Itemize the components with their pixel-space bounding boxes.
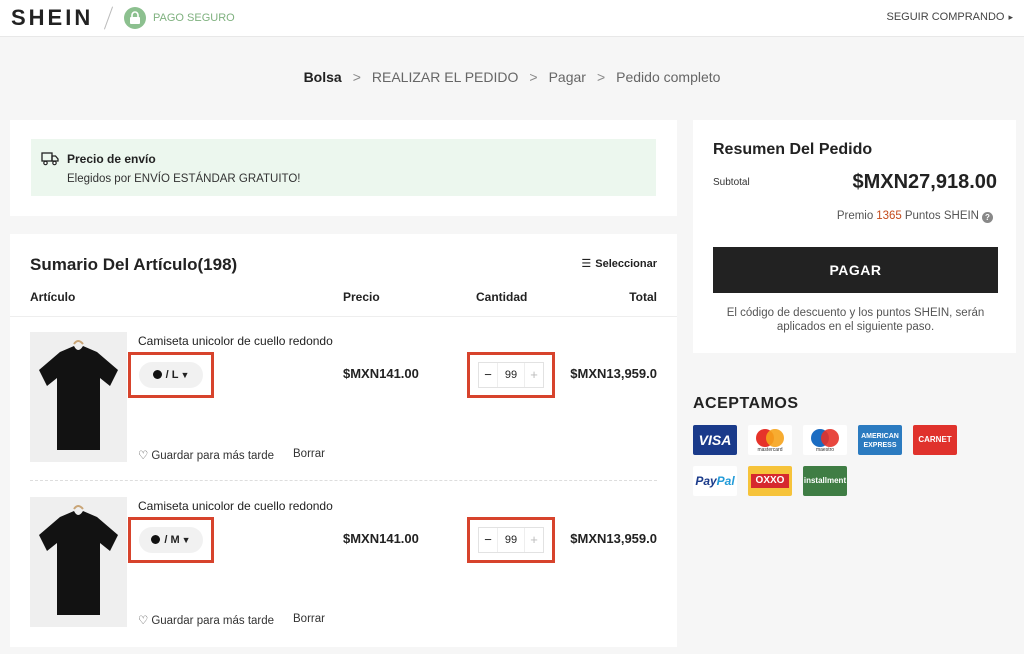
delete-button[interactable]: Borrar — [293, 613, 325, 625]
column-header-quantity: Cantidad — [476, 290, 528, 304]
visa-logo: VISA — [693, 425, 737, 455]
select-label: Seleccionar — [595, 258, 657, 270]
installment-logo: installment — [803, 466, 847, 496]
reward-prefix: Premio — [836, 210, 874, 222]
breadcrumb-step-bag[interactable]: Bolsa — [304, 69, 342, 85]
list-check-icon: ☰ — [581, 258, 592, 270]
variant-size: / L — [165, 369, 179, 381]
cart-item-row: Camiseta unicolor de cuello redondo / L ▼… — [10, 332, 677, 464]
row-divider — [30, 480, 657, 481]
quantity-stepper: − 99 + — [478, 362, 544, 388]
quantity-highlight: − 99 + — [467, 517, 555, 563]
product-image[interactable] — [30, 497, 127, 627]
product-name[interactable]: Camiseta unicolor de cuello redondo — [138, 499, 333, 513]
quantity-input[interactable]: 99 — [497, 528, 525, 552]
item-price: $MXN141.00 — [343, 531, 419, 546]
variant-selector[interactable]: / M ▼ — [139, 527, 203, 553]
reward-suffix: Puntos SHEIN — [904, 210, 979, 222]
quantity-increase-button[interactable]: + — [525, 528, 543, 552]
item-total: $MXN13,959.0 — [570, 531, 657, 546]
item-price: $MXN141.00 — [343, 366, 419, 381]
order-summary-card: Resumen Del Pedido Subtotal $MXN27,918.0… — [693, 120, 1016, 353]
color-swatch-icon — [152, 370, 162, 379]
continue-shopping-label: SEGUIR COMPRANDO — [886, 11, 1005, 23]
accepted-payments-title: ACEPTAMOS — [693, 395, 799, 412]
shipping-info-box: Precio de envío Elegidos por ENVÍO ESTÁN… — [31, 139, 656, 196]
variant-highlight: / M ▼ — [128, 517, 214, 563]
shipping-card: Precio de envío Elegidos por ENVÍO ESTÁN… — [10, 120, 677, 216]
breadcrumb-step-order: REALIZAR EL PEDIDO — [371, 69, 519, 85]
delete-button[interactable]: Borrar — [293, 448, 325, 460]
help-icon[interactable]: ? — [982, 212, 993, 223]
amex-logo: AMERICAN EXPRESS — [858, 425, 902, 455]
shipping-title: Precio de envío — [67, 152, 156, 166]
maestro-label: maestro — [815, 447, 835, 453]
carnet-logo: CARNET — [913, 425, 957, 455]
heart-icon: ♡ — [138, 450, 149, 462]
paypal-logo: PayPal — [693, 466, 737, 496]
breadcrumb-separator: > — [529, 69, 538, 85]
breadcrumb-separator: > — [596, 69, 606, 85]
quantity-input[interactable]: 99 — [497, 363, 525, 387]
chevron-down-icon: ▼ — [180, 370, 190, 380]
lock-icon — [124, 7, 146, 29]
oxxo-label: OXXO — [751, 474, 789, 488]
breadcrumb: Bolsa > REALIZAR EL PEDIDO > Pagar > Pedido co… — [0, 69, 1024, 85]
color-swatch-icon — [151, 535, 161, 544]
save-for-later-label: Guardar para más tarde — [151, 615, 275, 627]
paypal-part-1: Pay — [695, 474, 717, 488]
discount-note: El código de descuento y los puntos SHEI… — [726, 307, 985, 333]
amex-line-2: EXPRESS — [863, 442, 897, 449]
quantity-increase-button[interactable]: + — [525, 363, 543, 387]
save-for-later-button[interactable]: ♡ Guardar para más tarde — [138, 613, 274, 627]
variant-selector[interactable]: / L ▼ — [139, 362, 203, 388]
reward-points-value: 1365 — [876, 210, 902, 222]
maestro-logo: maestro — [803, 425, 847, 455]
save-for-later-label: Guardar para más tarde — [151, 450, 275, 462]
chevron-right-icon: ▸ — [1008, 12, 1013, 22]
item-total: $MXN13,959.0 — [570, 366, 657, 381]
header-divider — [10, 316, 677, 317]
breadcrumb-separator: > — [352, 69, 361, 85]
breadcrumb-step-pay: Pagar — [548, 69, 586, 85]
oxxo-logo: OXXO — [748, 466, 792, 496]
summary-title: Resumen Del Pedido — [713, 141, 873, 158]
quantity-highlight: − 99 + — [467, 352, 555, 398]
variant-size: / M — [164, 534, 180, 546]
column-header-article: Artículo — [30, 290, 76, 304]
column-header-total: Total — [629, 290, 657, 304]
shipping-subtitle: Elegidos por ENVÍO ESTÁNDAR GRATUITO! — [67, 173, 301, 185]
variant-highlight: / L ▼ — [128, 352, 214, 398]
paypal-part-2: Pal — [716, 474, 735, 488]
shein-logo[interactable]: SHEIN — [11, 5, 93, 31]
select-button[interactable]: ☰ Seleccionar — [581, 257, 657, 270]
subtotal-label: Subtotal — [713, 177, 750, 188]
truck-icon — [41, 151, 59, 171]
quantity-decrease-button[interactable]: − — [479, 363, 497, 387]
mastercard-label: mastercard — [757, 447, 783, 453]
product-name[interactable]: Camiseta unicolor de cuello redondo — [138, 334, 333, 348]
quantity-stepper: − 99 + — [478, 527, 544, 553]
items-title: Sumario Del Artículo(198) — [30, 255, 238, 274]
save-for-later-button[interactable]: ♡ Guardar para más tarde — [138, 448, 274, 462]
amex-line-1: AMERICAN — [861, 433, 899, 440]
breadcrumb-step-complete: Pedido completo — [616, 69, 721, 85]
divider — [103, 6, 114, 30]
items-card: Sumario Del Artículo(198) ☰ Seleccionar A… — [10, 234, 677, 647]
secure-payment-label: PAGO SEGURO — [153, 12, 235, 24]
continue-shopping-link[interactable]: SEGUIR COMPRANDO ▸ — [887, 11, 1014, 23]
quantity-decrease-button[interactable]: − — [479, 528, 497, 552]
chevron-down-icon: ▼ — [181, 535, 191, 545]
reward-points: Premio 1365 Puntos SHEIN? — [837, 210, 993, 223]
top-bar: SHEIN PAGO SEGURO SEGUIR COMPRANDO ▸ — [0, 0, 1024, 37]
heart-icon: ♡ — [138, 615, 149, 627]
column-header-price: Precio — [343, 290, 380, 304]
pay-button[interactable]: PAGAR — [713, 247, 998, 293]
subtotal-value: $MXN27,918.00 — [852, 171, 997, 193]
mastercard-logo: mastercard — [748, 425, 792, 455]
cart-item-row: Camiseta unicolor de cuello redondo / M ▼… — [10, 497, 677, 629]
product-image[interactable] — [30, 332, 127, 462]
